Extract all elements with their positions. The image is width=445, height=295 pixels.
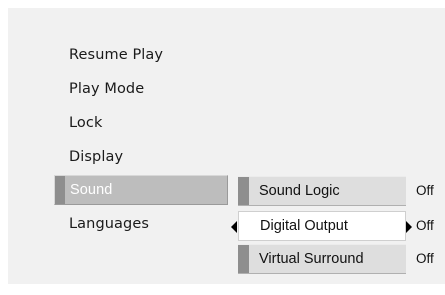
menu-item-label: Languages [69,216,150,232]
menu-item-label: Display [69,149,124,165]
menu-item-label: Resume Play [69,47,164,63]
menu-item-label: Sound [70,182,113,198]
menu-item-label: Lock [69,115,103,131]
digital-output-value: Off [416,218,434,233]
menu-item-label: Play Mode [69,81,145,97]
submenu-item-label: Virtual Surround [259,251,364,267]
submenu-accent-bar [238,245,249,273]
triangle-left-icon[interactable] [231,221,237,233]
selection-accent-bar [55,176,65,204]
submenu-item-label: Sound Logic [259,183,340,199]
menu-item-languages[interactable]: Languages [69,216,149,232]
triangle-right-icon[interactable] [406,221,412,233]
submenu-item-digital-output[interactable]: Digital Output [238,211,406,241]
menu-item-play-mode[interactable]: Play Mode [69,81,144,97]
submenu-accent-bar [238,177,249,205]
virtual-surround-value: Off [416,251,434,266]
menu-item-resume-play[interactable]: Resume Play [69,47,163,63]
menu-item-lock[interactable]: Lock [69,115,102,131]
menu-item-sound[interactable]: Sound [54,175,228,205]
sound-logic-value: Off [416,183,434,198]
submenu-item-virtual-surround[interactable]: Virtual Surround [238,244,406,274]
submenu-item-sound-logic[interactable]: Sound Logic [238,176,406,206]
submenu-item-label: Digital Output [260,218,348,234]
menu-item-display[interactable]: Display [69,149,123,165]
